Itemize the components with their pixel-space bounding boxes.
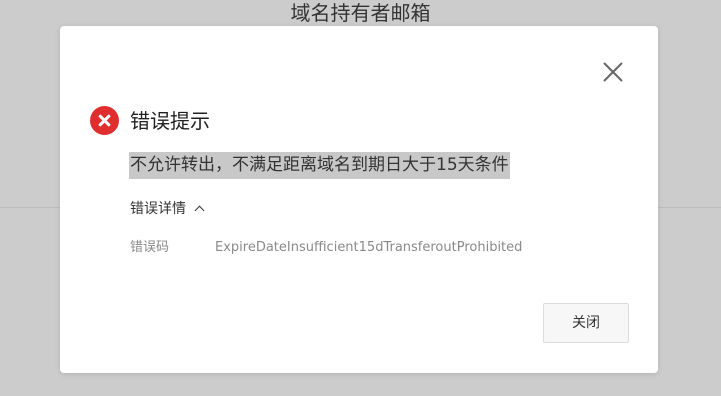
- close-icon[interactable]: [602, 61, 624, 83]
- background-page-title: 域名持有者邮箱: [290, 1, 431, 25]
- error-details-toggle[interactable]: 错误详情: [130, 199, 205, 219]
- error-code-label: 错误码: [130, 240, 170, 255]
- error-code-value: ExpireDateInsufficient15dTransferoutProh…: [215, 240, 523, 255]
- dialog-heading: 错误提示: [130, 109, 210, 133]
- error-message: 不允许转出，不满足距离域名到期日大于15天条件: [129, 152, 510, 179]
- chevron-up-icon: [194, 205, 205, 216]
- close-button[interactable]: 关闭: [543, 303, 629, 343]
- error-icon: [90, 106, 119, 135]
- error-details-label: 错误详情: [130, 201, 186, 217]
- error-dialog: 错误提示 不允许转出，不满足距离域名到期日大于15天条件 错误详情 错误码 Ex…: [60, 26, 658, 373]
